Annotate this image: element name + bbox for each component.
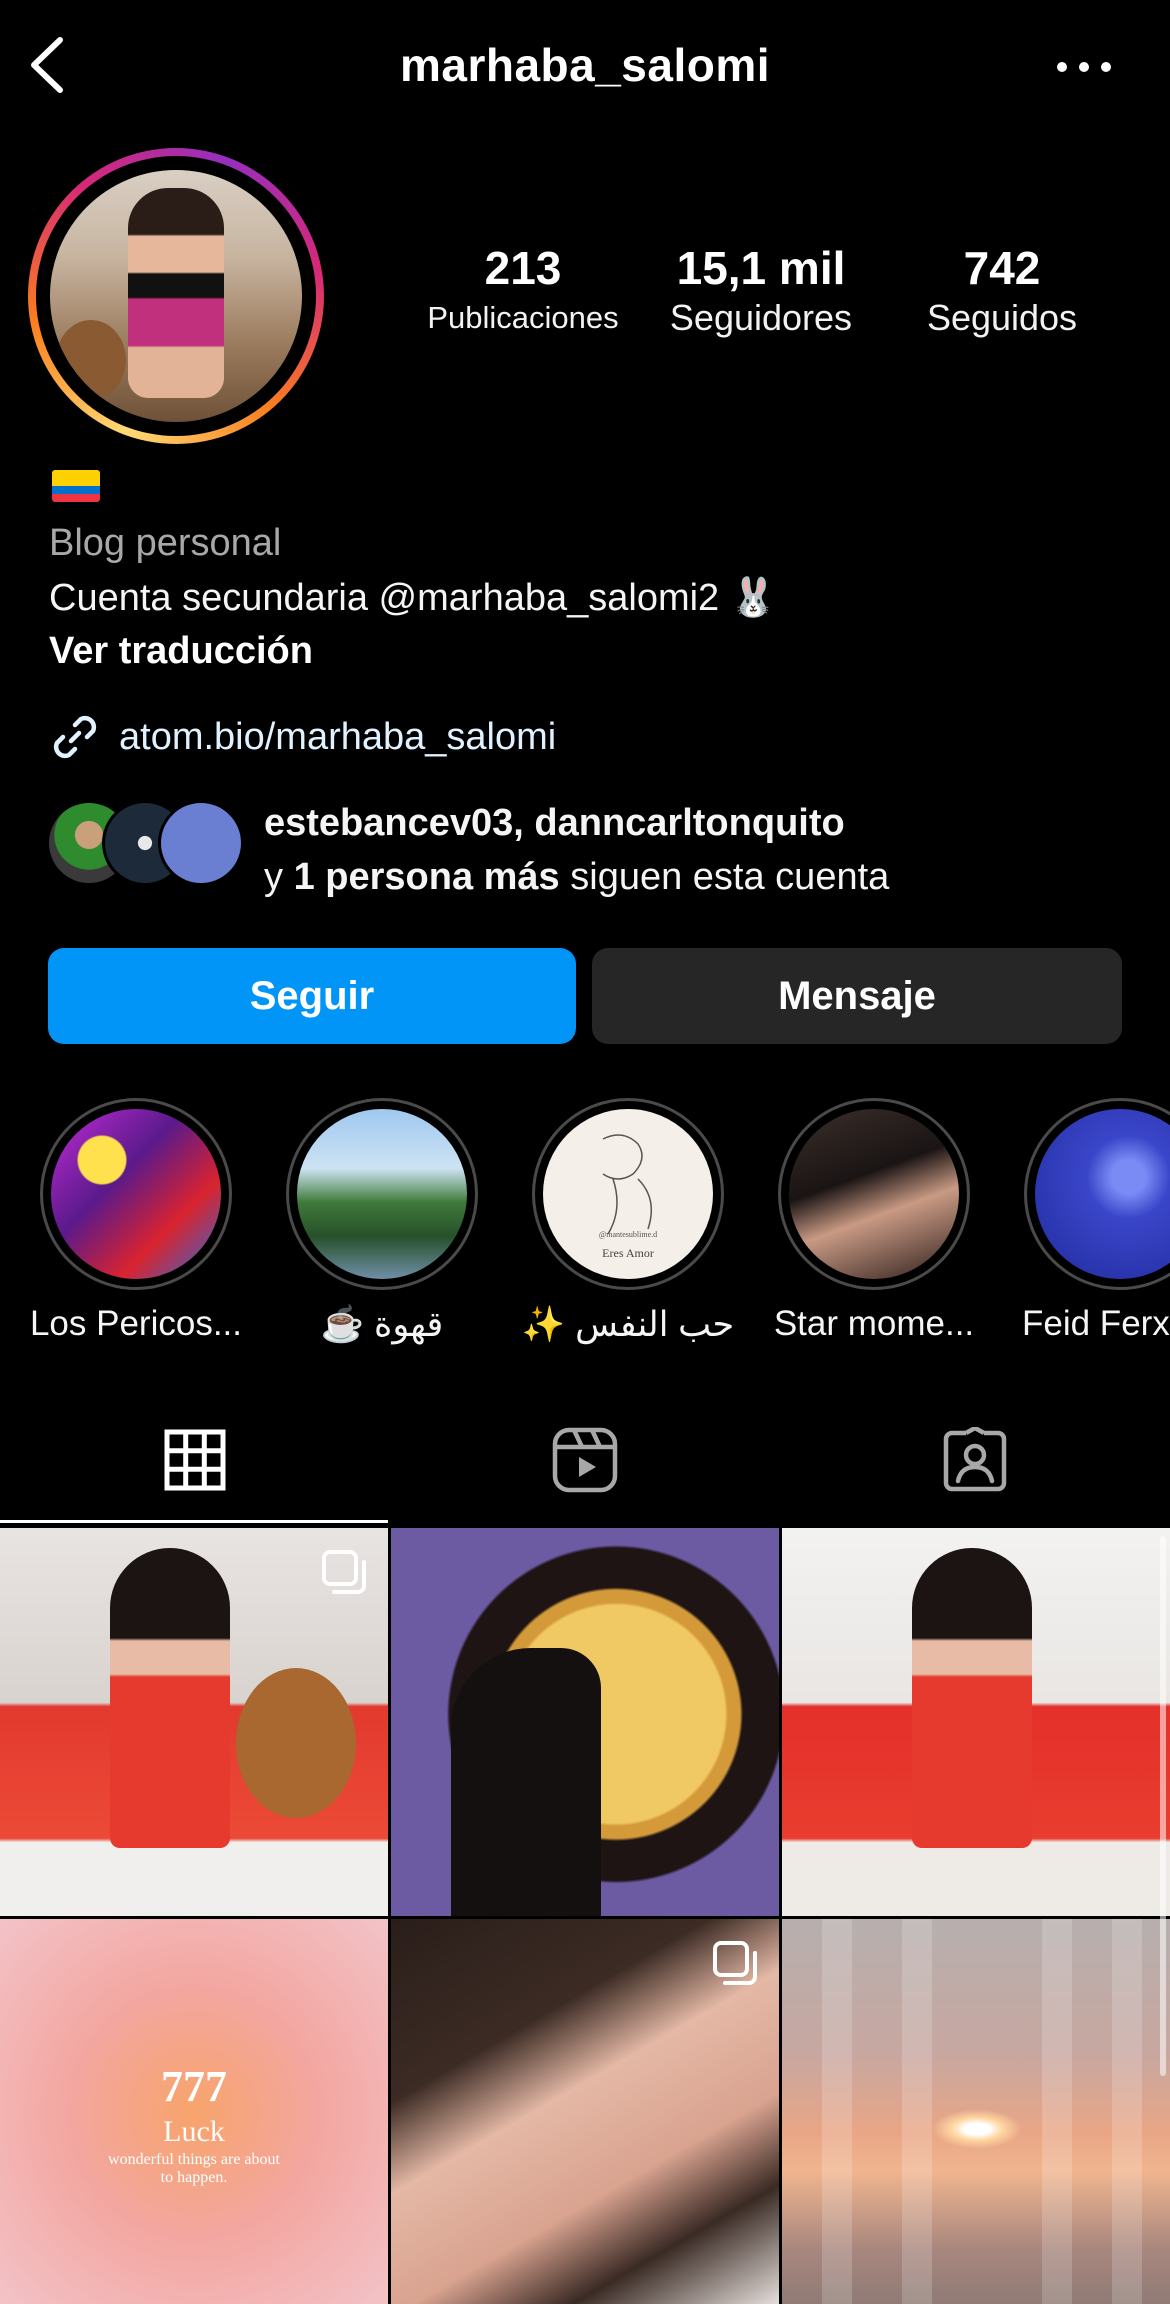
post-thumbnail[interactable]: 777 Luck wonderful things are about to h… xyxy=(0,1919,388,2304)
profile-category: Blog personal xyxy=(49,522,282,564)
tab-tagged[interactable] xyxy=(780,1398,1170,1522)
mutual-more: 1 persona más xyxy=(293,856,560,898)
post-thumbnail[interactable] xyxy=(782,1919,1170,2304)
highlight-label: ✨ حب النفس xyxy=(521,1305,735,1344)
carousel-icon xyxy=(713,1941,757,1985)
see-translation-link[interactable]: Ver traducción xyxy=(49,630,313,673)
highlight-cover xyxy=(51,1109,221,1279)
tab-posts[interactable] xyxy=(0,1398,390,1522)
story-highlight[interactable]: Star mome... xyxy=(774,1098,974,1343)
post-thumbnail[interactable] xyxy=(391,1528,779,1916)
profile-tabs xyxy=(0,1398,1170,1526)
avatar xyxy=(158,800,244,886)
profile-link-text: atom.bio/marhaba_salomi xyxy=(119,715,557,758)
mutual-names: estebancev03, danncarltonquito xyxy=(264,802,845,844)
follow-button[interactable]: Seguir xyxy=(48,948,576,1044)
followers-label: Seguidores xyxy=(669,297,853,338)
highlight-label: ☕️ قهوة xyxy=(320,1305,444,1344)
post-text: wonderful things are about to happen. xyxy=(108,2151,280,2186)
story-highlight[interactable]: @mantesublime.d Eres Amor ✨ حب النفس xyxy=(522,1098,734,1344)
mutual-followers-text[interactable]: estebancev03, danncarltonquito y 1 perso… xyxy=(264,796,889,904)
profile-link[interactable]: atom.bio/marhaba_salomi xyxy=(49,712,556,762)
tab-reels[interactable] xyxy=(390,1398,780,1522)
followers-count-stat[interactable]: 15,1 mil Seguidores xyxy=(650,240,872,340)
active-tab-indicator xyxy=(0,1520,388,1523)
story-highlight[interactable]: Los Pericos... xyxy=(30,1098,242,1343)
following-count: 742 xyxy=(963,242,1041,294)
highlight-cover: @mantesublime.d Eres Amor xyxy=(543,1109,713,1279)
post-text: 777 xyxy=(161,2062,227,2111)
highlight-cover xyxy=(297,1109,467,1279)
posts-grid: 777 Luck wonderful things are about to h… xyxy=(0,1528,1170,2304)
story-highlight[interactable]: ☕️ قهوة xyxy=(284,1098,480,1344)
grid-icon xyxy=(164,1429,226,1491)
highlight-credit: @mantesublime.d xyxy=(599,1230,657,1239)
highlight-label: Feid Ferxx xyxy=(1022,1304,1170,1343)
posts-count-stat[interactable]: 213 Publicaciones xyxy=(410,240,636,340)
highlight-cover xyxy=(789,1109,959,1279)
following-count-stat[interactable]: 742 Seguidos xyxy=(900,240,1104,340)
more-horizontal-icon[interactable] xyxy=(1054,52,1114,82)
reels-icon xyxy=(552,1427,618,1493)
sun xyxy=(932,2109,1022,2149)
post-thumbnail[interactable] xyxy=(0,1528,388,1916)
posts-label: Publicaciones xyxy=(427,300,619,335)
highlight-label: Los Pericos... xyxy=(29,1304,243,1343)
profile-avatar[interactable] xyxy=(28,148,324,444)
ecuador-flag-icon xyxy=(52,470,100,502)
highlight-cover xyxy=(1035,1109,1170,1279)
profile-username-title: marhaba_salomi xyxy=(399,39,771,91)
profile-bio: Cuenta secundaria @marhaba_salomi2 🐰 xyxy=(49,577,778,619)
posts-count: 213 xyxy=(484,242,562,294)
line-art-illustration: @mantesublime.d Eres Amor xyxy=(599,1134,657,1260)
following-label: Seguidos xyxy=(926,297,1078,338)
top-bar: marhaba_salomi xyxy=(0,0,1170,132)
post-thumbnail[interactable] xyxy=(391,1919,779,2304)
followers-count: 15,1 mil xyxy=(676,242,846,294)
message-button[interactable]: Mensaje xyxy=(592,948,1122,1044)
mutual-followers-avatars[interactable] xyxy=(46,800,246,890)
highlight-caption: Eres Amor xyxy=(602,1246,654,1260)
highlight-label: Star mome... xyxy=(773,1304,975,1343)
post-thumbnail[interactable] xyxy=(782,1528,1170,1916)
post-text: Luck xyxy=(163,2115,225,2148)
scrollbar[interactable] xyxy=(1160,1536,1166,2076)
story-highlight[interactable]: Feid Ferxx xyxy=(1022,1098,1170,1343)
tagged-user-icon xyxy=(943,1427,1007,1492)
avatar-photo xyxy=(50,170,302,422)
carousel-icon xyxy=(322,1550,366,1594)
link-icon xyxy=(53,715,97,759)
